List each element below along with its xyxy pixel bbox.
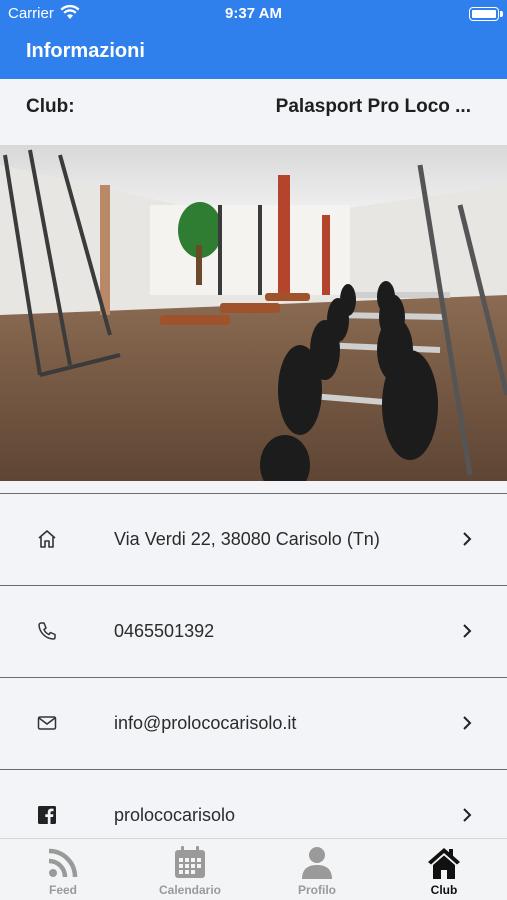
- club-header: Club: Palasport Pro Loco ...: [0, 79, 507, 145]
- tab-club[interactable]: Club: [381, 839, 507, 900]
- battery-icon: [469, 7, 503, 21]
- address-text: Via Verdi 22, 38080 Carisolo (Tn): [114, 529, 380, 549]
- page-title: Informazioni: [26, 40, 145, 62]
- tab-calendario[interactable]: Calendario: [127, 839, 253, 900]
- email-text: info@prolococarisolo.it: [114, 713, 297, 733]
- tab-profilo[interactable]: Profilo: [254, 839, 380, 900]
- gym-image: [0, 145, 507, 481]
- phone-row[interactable]: 0465501392: [0, 585, 507, 677]
- tab-label: Profilo: [298, 883, 336, 897]
- facebook-row[interactable]: prolococarisolo: [0, 769, 507, 839]
- navigation-bar: Informazioni: [0, 26, 507, 79]
- facebook-icon: [38, 806, 56, 824]
- user-icon: [302, 847, 332, 879]
- chevron-right-icon: [463, 808, 472, 822]
- club-photo: [0, 145, 507, 481]
- chevron-right-icon: [463, 624, 472, 638]
- tab-label: Calendario: [158, 883, 221, 897]
- email-row[interactable]: info@prolococarisolo.it: [0, 677, 507, 769]
- tab-label: Feed: [48, 883, 77, 897]
- phone-icon: [38, 622, 56, 640]
- phone-text: 0465501392: [114, 621, 215, 641]
- club-name: Palasport Pro Loco ...: [275, 96, 471, 117]
- chevron-right-icon: [463, 716, 472, 730]
- tab-feed[interactable]: Feed: [0, 839, 126, 900]
- home-icon: [38, 530, 56, 548]
- rss-icon: [48, 848, 78, 878]
- contact-info-list: Via Verdi 22, 38080 Carisolo (Tn) 046550…: [0, 493, 507, 839]
- tab-label: Club: [430, 883, 458, 897]
- calendar-icon: [175, 846, 205, 878]
- status-bar: Carrier 9:37 AM: [0, 0, 507, 26]
- mail-icon: [37, 716, 57, 730]
- clock: 9:37 AM: [225, 5, 282, 22]
- home-filled-icon: [428, 848, 460, 879]
- chevron-right-icon: [463, 532, 472, 546]
- address-row[interactable]: Via Verdi 22, 38080 Carisolo (Tn): [0, 493, 507, 585]
- facebook-text: prolococarisolo: [114, 805, 236, 825]
- tab-bar: Feed Calendario Profilo Club: [0, 838, 507, 900]
- club-label: Club:: [26, 96, 75, 117]
